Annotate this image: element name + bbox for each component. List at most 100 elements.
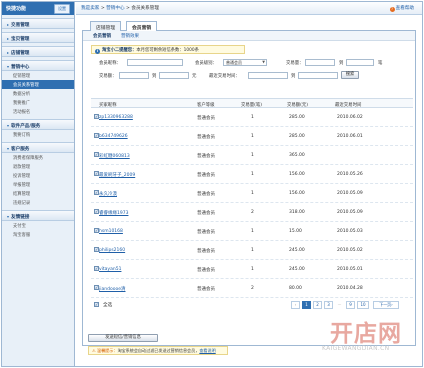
buyer-nick-link[interactable]: vitayan51 <box>99 267 121 272</box>
sidebar-item-promotion[interactable]: 促销管理 <box>2 71 74 80</box>
buyer-nick-link[interactable]: jiandoooe清 <box>99 286 126 292</box>
tip-text: 淘宝系统会自动过滤已发送过营销信息会员， <box>117 348 200 353</box>
sidebar-item-activity[interactable]: 活动报名 <box>2 107 74 116</box>
last-trade-date: 2010.05.09 <box>337 191 363 196</box>
member-table: 买家昵称 客户等级 交易量(笔) 交易额(元) 最近交易时间 ✓ zp133096… <box>91 98 413 312</box>
date-to-label: 到 <box>291 74 296 79</box>
collapse-arrow-icon: ▾ <box>7 146 10 151</box>
sidebar-item-promote[interactable]: 我要推广 <box>2 98 74 107</box>
buyer-nick-link[interactable]: b634749626 <box>99 134 128 139</box>
info-icon: i <box>95 49 100 54</box>
trade-amount: 285.00 <box>289 134 305 139</box>
sidebar-section-label: 店铺管理 <box>11 51 30 56</box>
last-trade-end-input[interactable] <box>298 72 338 79</box>
sidebar-item-data-analysis[interactable]: 数据分析 <box>2 89 74 98</box>
last-trade-date: 2010.05.26 <box>337 172 363 177</box>
sidebar-section-service[interactable]: ▾ 客户服务 <box>2 142 74 153</box>
trade-amount: 318.00 <box>289 210 305 215</box>
search-button[interactable]: 搜索 <box>341 71 359 79</box>
table-header: 买家昵称 客户等级 交易量(笔) 交易额(元) 最近交易时间 <box>91 98 413 108</box>
sidebar-section-label: 软件产品/服务 <box>11 124 41 129</box>
table-footer: ✓ 全选 ‹ 1 2 3 … 9 10 下一页› <box>91 298 413 312</box>
subtab-member-marketing[interactable]: 会员营销 <box>93 33 111 39</box>
send-marketing-button[interactable]: 发送短信/营销信息 <box>88 334 158 342</box>
subtab-marketing-effect[interactable]: 营销效果 <box>121 33 139 39</box>
trade-amount: 156.00 <box>289 172 305 177</box>
pager-next[interactable]: 下一页› <box>373 301 399 309</box>
buyer-nick-link[interactable]: 睿睿缘缘1973 <box>99 210 128 216</box>
buyer-nick-link[interactable]: 永久冷漠 <box>99 191 117 197</box>
sidebar-item-violation[interactable]: 违规记录 <box>2 198 74 207</box>
sidebar-item-settlement[interactable]: 结算管理 <box>2 189 74 198</box>
pager-ellipsis: … <box>335 301 344 309</box>
amount-max-input[interactable] <box>159 72 189 79</box>
pager-page-9[interactable]: 9 <box>346 301 355 309</box>
sidebar-header: 快捷功能 设置 <box>2 2 74 15</box>
sidebar-item-refund[interactable]: 退款管理 <box>2 162 74 171</box>
buyer-nick-link[interactable]: zp1330963288 <box>99 115 133 120</box>
collapse-arrow-icon: ▾ <box>7 64 10 69</box>
trade-amount: 156.00 <box>289 191 305 196</box>
trade-count: 1 <box>251 134 254 139</box>
sidebar-settings-button[interactable]: 设置 <box>54 4 70 14</box>
help-icon: ? <box>389 7 395 12</box>
level-select[interactable]: 普通会员 ▼ <box>223 59 267 66</box>
buyer-nick-link[interactable]: 最爱刷牙子_2009 <box>99 172 135 178</box>
pager-page-10[interactable]: 10 <box>357 301 369 309</box>
trade-count: 1 <box>251 229 254 234</box>
pagination: ‹ 1 2 3 … 9 10 下一页› <box>291 301 411 309</box>
breadcrumb-marketing[interactable]: 营销中心 <box>106 6 124 11</box>
amount-unit-label: 元 <box>192 74 197 79</box>
sidebar-section-trade[interactable]: ▸ 交易管理 <box>2 18 74 29</box>
select-all-checkbox[interactable]: ✓ <box>94 302 99 307</box>
sidebar-item-order[interactable]: 我要订购 <box>2 130 74 139</box>
table-row: ✓ zp1330963288 普通会员 1 285.00 2010.06.02 <box>91 108 413 127</box>
tip-prefix: 温馨提示： <box>96 348 118 353</box>
main-tab-bar: 店铺管理 会员营销 <box>82 20 416 32</box>
last-trade-date: 2010.06.01 <box>337 134 363 139</box>
buyer-nick-link[interactable]: 彩虹糖060813 <box>99 153 130 159</box>
last-trade-date: 2010.04.28 <box>337 286 363 291</box>
tip-notice: ⚠ 温馨提示：淘宝系统会自动过滤已发送过营销信息会员，查看说明 <box>88 346 228 355</box>
sms-quota-notice: i 淘宝小二提醒您：本月您可剩余短信条数：1000条 <box>91 45 245 54</box>
nick-input[interactable] <box>127 59 183 66</box>
trade-count: 1 <box>251 248 254 253</box>
amount-min-input[interactable] <box>119 72 149 79</box>
tab-shop-management[interactable]: 店铺管理 <box>90 21 122 31</box>
sidebar-section-shop[interactable]: ▸ 店铺管理 <box>2 46 74 57</box>
pager-page-1[interactable]: 1 <box>302 301 311 309</box>
sidebar-item-report[interactable]: 举报管理 <box>2 180 74 189</box>
count-max-input[interactable] <box>346 59 374 66</box>
help-label: 查看帮助 <box>395 6 414 11</box>
sidebar-section-marketing[interactable]: ▾ 营销中心 <box>2 60 74 71</box>
trade-count: 2 <box>251 210 254 215</box>
count-min-input[interactable] <box>305 59 335 66</box>
pager-prev[interactable]: ‹ <box>291 301 300 309</box>
help-link[interactable]: ? 查看帮助 <box>389 5 414 12</box>
table-row: ✓ philips2160 普通会员 1 245.00 2010.05.02 <box>91 241 413 260</box>
select-all-label: 全选 <box>103 303 113 308</box>
breadcrumb-home[interactable]: 我是卖家 <box>81 6 99 11</box>
sidebar-item-member-management[interactable]: 会员关系管理 <box>2 80 74 89</box>
sidebar-title: 快捷功能 <box>6 6 27 12</box>
buyer-nick-link[interactable]: philips2160 <box>99 248 125 253</box>
sidebar-section-links[interactable]: ▾ 友情链接 <box>2 210 74 221</box>
sidebar-item-protection[interactable]: 消费者保障服务 <box>2 153 74 162</box>
last-trade-start-input[interactable] <box>248 72 288 79</box>
sidebar-item-alipay[interactable]: 支付宝 <box>2 221 74 230</box>
sidebar-section-software[interactable]: ▾ 软件产品/服务 <box>2 119 74 130</box>
tip-link[interactable]: 查看说明 <box>199 348 215 353</box>
pager-page-2[interactable]: 2 <box>313 301 322 309</box>
sidebar-item-taobao-service[interactable]: 淘宝客服 <box>2 230 74 239</box>
customer-level: 普通会员 <box>197 230 215 235</box>
app-frame: 快捷功能 设置 ▸ 交易管理 ▸ 宝贝管理 ▸ 店铺管理 ▾ 营销中心 促销管理 会员关… <box>1 1 423 367</box>
buyer-nick-link[interactable]: hsm10168 <box>99 229 123 234</box>
trade-amount: 15.00 <box>289 229 302 234</box>
pager-page-3[interactable]: 3 <box>324 301 333 309</box>
watermark-url: KAIGEWANGDIAN.CN <box>322 345 390 352</box>
collapse-arrow-icon: ▾ <box>7 214 10 219</box>
nick-label: 会员昵称： <box>99 61 121 66</box>
sidebar-item-complaint[interactable]: 投诉管理 <box>2 171 74 180</box>
sidebar-section-goods[interactable]: ▸ 宝贝管理 <box>2 32 74 43</box>
watermark: 开店网 KAIGEWANGDIAN.CN <box>322 314 422 366</box>
